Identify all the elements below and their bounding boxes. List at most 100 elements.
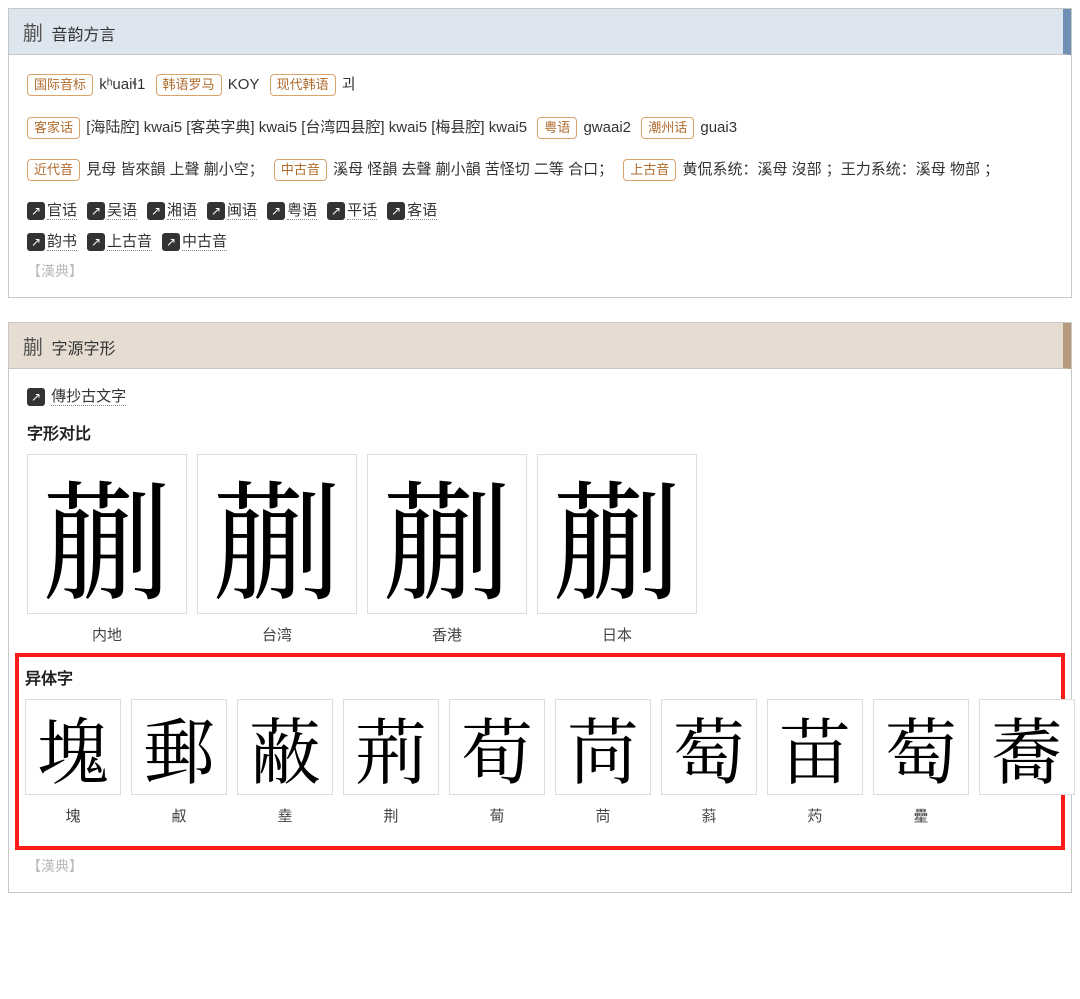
glyph-panel: 蒯 字源字形 ↗ 傳抄古文字 字形对比 蒯内地蒯台湾蒯香港蒯日本 异体字 塊塊郵… — [8, 322, 1072, 893]
dialect-link[interactable]: 粤语 — [287, 202, 317, 220]
glyph-box[interactable]: 萄 — [661, 699, 757, 795]
tag-modern-korean: 现代韩语 — [270, 74, 336, 96]
tag-middle-chinese: 中古音 — [274, 159, 327, 181]
glyph-label: 荆 — [343, 805, 439, 826]
panel-body: 国际音标 kʰuaiɬ1 韩语罗马 KOY 现代韩语 괴 客家话 [海陆腔] k… — [9, 55, 1071, 297]
external-link-icon: ↗ — [162, 233, 180, 251]
head-char: 蒯 — [23, 23, 43, 45]
glyph-box[interactable]: 蕎 — [979, 699, 1075, 795]
row-historical: 近代音 見母 皆來韻 上聲 蒯小空； 中古音 溪母 怪韻 去聲 蒯小韻 苦怪切 … — [27, 156, 1053, 185]
glyph-label: 㕟 — [131, 805, 227, 826]
glyph-box[interactable]: 荀 — [449, 699, 545, 795]
value-modern-korean: 괴 — [342, 76, 356, 93]
glyph-box[interactable]: 蔽 — [237, 699, 333, 795]
dialect-link[interactable]: 官话 — [47, 202, 77, 220]
glyph-label: 苘 — [555, 805, 651, 826]
external-link-icon: ↗ — [387, 202, 405, 220]
value-cantonese: gwaai2 — [583, 119, 631, 136]
panel-body: ↗ 傳抄古文字 字形对比 蒯内地蒯台湾蒯香港蒯日本 异体字 塊塊郵㕟蔽㙓荊荆荀䓒… — [9, 369, 1071, 892]
variant-item: 荀䓒 — [449, 699, 545, 826]
glyph-box[interactable]: 郵 — [131, 699, 227, 795]
tag-old-chinese: 上古音 — [623, 159, 676, 181]
glyph-label: 䓒 — [449, 805, 545, 826]
glyph-box: 蒯 — [197, 454, 357, 614]
glyph-item: 蒯内地 — [27, 454, 187, 645]
tag-cantonese: 粤语 — [537, 117, 577, 139]
glyph-compare-row: 蒯内地蒯台湾蒯香港蒯日本 — [27, 454, 1053, 645]
tag-teochew: 潮州话 — [641, 117, 694, 139]
variant-item: 苗䓎 — [767, 699, 863, 826]
handian-mark: 【漢典】 — [27, 261, 1053, 281]
variant-item: 苘苘 — [555, 699, 651, 826]
value-ipa: kʰuaiɬ1 — [99, 76, 145, 93]
glyph-variants-row: 塊塊郵㕟蔽㙓荊荆荀䓒苘苘萄䔑苗䓎萄㽮蕎𦽵 — [25, 699, 1055, 826]
dialect-link[interactable]: 韵书 — [47, 233, 77, 251]
tag-early-mandarin: 近代音 — [27, 159, 80, 181]
value-early-mandarin: 見母 皆來韻 上聲 蒯小空； — [86, 161, 264, 178]
dialect-link[interactable]: 上古音 — [107, 233, 152, 251]
dialect-link[interactable]: 吴语 — [107, 202, 137, 220]
glyph-item: 蒯台湾 — [197, 454, 357, 645]
glyph-label: 𦽵 — [979, 805, 1075, 822]
glyph-box[interactable]: 塊 — [25, 699, 121, 795]
external-link-icon: ↗ — [87, 202, 105, 220]
handian-mark: 【漢典】 — [27, 856, 1053, 876]
variants-highlight-box: 异体字 塊塊郵㕟蔽㙓荊荆荀䓒苘苘萄䔑苗䓎萄㽮蕎𦽵 — [15, 653, 1065, 850]
variant-item: 郵㕟 — [131, 699, 227, 826]
row-hakka: 客家话 [海陆腔] kwai5 [客英字典] kwai5 [台湾四县腔] kwa… — [27, 114, 1053, 143]
glyph-label: 䓎 — [767, 805, 863, 826]
dialect-link[interactable]: 平话 — [347, 202, 377, 220]
external-link-icon: ↗ — [27, 233, 45, 251]
dialect-link[interactable]: 闽语 — [227, 202, 257, 220]
value-middle-chinese: 溪母 怪韻 去聲 蒯小韻 苦怪切 二等 合口； — [333, 161, 613, 178]
tag-korean-roma: 韩语罗马 — [156, 74, 222, 96]
glyph-box[interactable]: 苘 — [555, 699, 651, 795]
glyph-label: 㽮 — [873, 805, 969, 826]
tag-hakka: 客家话 — [27, 117, 80, 139]
glyph-box: 蒯 — [27, 454, 187, 614]
external-link-icon: ↗ — [327, 202, 345, 220]
panel-heading: 蒯 字源字形 — [9, 323, 1071, 369]
glyph-item: 蒯香港 — [367, 454, 527, 645]
variant-item: 荊荆 — [343, 699, 439, 826]
external-link-icon: ↗ — [147, 202, 165, 220]
external-link-icon: ↗ — [87, 233, 105, 251]
external-link-icon: ↗ — [207, 202, 225, 220]
head-title: 字源字形 — [51, 341, 115, 358]
glyph-label: 䔑 — [661, 805, 757, 826]
glyph-item: 蒯日本 — [537, 454, 697, 645]
phonology-panel: 蒯 音韵方言 国际音标 kʰuaiɬ1 韩语罗马 KOY 现代韩语 괴 客家话 … — [8, 8, 1072, 298]
value-korean-roma: KOY — [228, 76, 260, 93]
head-title: 音韵方言 — [51, 27, 115, 44]
glyph-box[interactable]: 荊 — [343, 699, 439, 795]
value-teochew: guai3 — [700, 119, 737, 136]
glyph-box: 蒯 — [537, 454, 697, 614]
value-hakka: [海陆腔] kwai5 [客英字典] kwai5 [台湾四县腔] kwai5 [… — [86, 119, 531, 136]
glyph-box: 蒯 — [367, 454, 527, 614]
external-link-icon: ↗ — [267, 202, 285, 220]
dialect-links: ↗官话↗吴语↗湘语↗闽语↗粤语↗平话↗客语 — [27, 199, 1053, 220]
dialect-link[interactable]: 湘语 — [167, 202, 197, 220]
panel-heading: 蒯 音韵方言 — [9, 9, 1071, 55]
external-link-icon: ↗ — [27, 202, 45, 220]
value-old-chinese: 黄侃系统：溪母 沒部 ；王力系统：溪母 物部 ； — [682, 161, 999, 178]
toplink-row: ↗ 傳抄古文字 — [27, 385, 1053, 406]
variant-item: 蔽㙓 — [237, 699, 333, 826]
row-ipa: 国际音标 kʰuaiɬ1 韩语罗马 KOY 现代韩语 괴 — [27, 71, 1053, 100]
glyph-box[interactable]: 苗 — [767, 699, 863, 795]
glyph-box[interactable]: 萄 — [873, 699, 969, 795]
subhead-compare: 字形对比 — [27, 420, 1053, 444]
link-chuanchao[interactable]: 傳抄古文字 — [51, 388, 126, 406]
dialect-link[interactable]: 客语 — [407, 202, 437, 220]
head-char: 蒯 — [23, 337, 43, 359]
tag-ipa: 国际音标 — [27, 74, 93, 96]
variant-item: 萄㽮 — [873, 699, 969, 826]
dialect-link[interactable]: 中古音 — [182, 233, 227, 251]
glyph-label: 㙓 — [237, 805, 333, 826]
historical-links: ↗韵书↗上古音↗中古音 — [27, 230, 1053, 251]
glyph-label: 塊 — [25, 805, 121, 826]
variant-item: 萄䔑 — [661, 699, 757, 826]
variant-item: 塊塊 — [25, 699, 121, 826]
variant-item: 蕎𦽵 — [979, 699, 1075, 826]
external-link-icon: ↗ — [27, 388, 45, 406]
